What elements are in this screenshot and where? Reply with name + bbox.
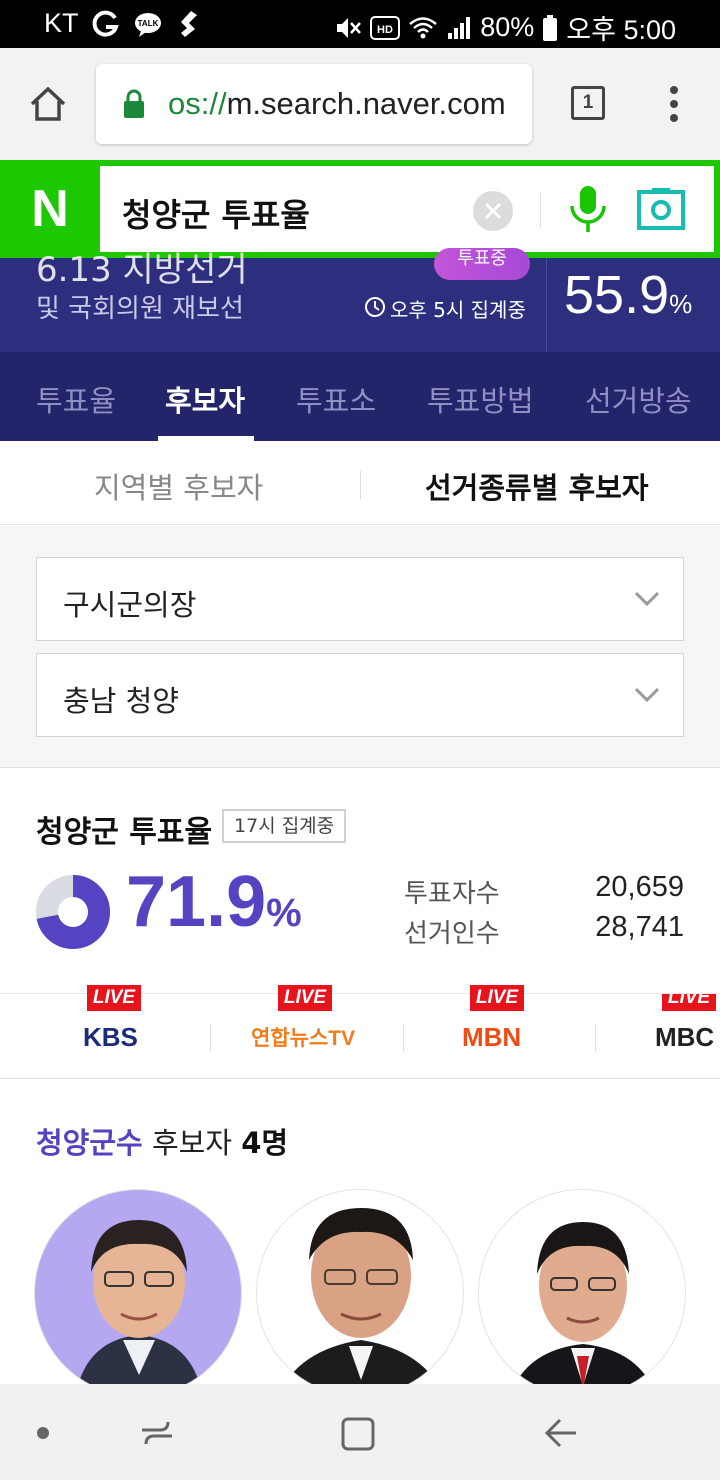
browser-toolbar: os://m.search.naver.com 1 xyxy=(0,48,720,160)
banner-divider xyxy=(546,258,547,352)
battery-icon xyxy=(543,14,558,41)
voting-badge-label: 투표중 xyxy=(457,248,507,269)
turnout-status-badge: 17시 집계중 xyxy=(222,809,347,843)
banner-subtitle: 및 국회의원 재보선 xyxy=(36,294,244,324)
candidates-label: 후보자 xyxy=(151,1126,232,1160)
lock-icon xyxy=(124,89,144,118)
runner-icon xyxy=(180,10,197,37)
tab-candidates[interactable]: 후보자 xyxy=(165,378,245,420)
svg-text:HD: HD xyxy=(377,24,393,36)
turnout-title: 청양군 투표율 xyxy=(36,815,213,850)
voters-value: 20,659 xyxy=(595,871,684,903)
voting-badge: 투표중 xyxy=(434,248,530,280)
hd-icon: HD xyxy=(370,15,401,40)
turnout-rate-unit: % xyxy=(266,891,302,935)
election-type-select[interactable]: 구시군의장 xyxy=(36,557,684,641)
candidates-heading: 청양군수 후보자 4명 xyxy=(36,1120,288,1162)
signal-icon xyxy=(448,16,471,39)
candidates-region: 청양군수 xyxy=(36,1126,143,1160)
electorate-value: 28,741 xyxy=(595,911,684,943)
candidate-photo[interactable] xyxy=(478,1189,686,1397)
camera-search-icon[interactable] xyxy=(636,186,686,232)
url-text: os://m.search.naver.com xyxy=(168,86,506,122)
national-turnout-value: 55.9 xyxy=(564,265,670,325)
candidate-photo[interactable] xyxy=(256,1189,464,1397)
banner-time-note: 오후 5시 집계중 xyxy=(390,298,526,322)
tab-broadcast[interactable]: 선거방송 xyxy=(585,378,692,420)
region-select[interactable]: 충남 청양 xyxy=(36,653,684,737)
live-yonhap[interactable]: LIVE 연합뉴스TV xyxy=(211,985,403,1080)
kbs-logo: KBS xyxy=(83,1022,138,1052)
url-prefix: os:// xyxy=(168,86,227,121)
svg-text:TALK: TALK xyxy=(137,19,158,28)
mute-icon xyxy=(337,17,362,38)
tab-how-to-vote[interactable]: 투표방법 xyxy=(427,378,534,420)
live-badge: LIVE xyxy=(662,994,716,1011)
clock: 오후 5:00 xyxy=(566,15,676,45)
live-badge: LIVE xyxy=(470,985,524,1011)
recent-apps-icon[interactable] xyxy=(138,1414,176,1452)
live-mbc[interactable]: LIVE MBC xyxy=(596,994,720,1080)
voters-label: 투표자수 xyxy=(404,879,500,909)
carrier-label: KT xyxy=(44,8,79,38)
search-divider xyxy=(540,192,541,228)
kakaotalk-icon: TALK xyxy=(134,12,161,37)
region-value: 충남 청양 xyxy=(63,684,179,718)
subtab-by-region[interactable]: 지역별 후보자 xyxy=(94,465,263,507)
wifi-icon xyxy=(409,16,438,38)
clear-icon[interactable] xyxy=(472,190,514,232)
search-query: 청양군 투표율 xyxy=(122,196,310,234)
g-app-icon xyxy=(92,10,119,37)
live-broadcast-row: LIVE KBS LIVE 연합뉴스TV LIVE MBN LIVE MBC xyxy=(0,985,720,1080)
tab-switcher-button[interactable]: 1 xyxy=(571,86,605,120)
dot-icon xyxy=(37,1427,49,1439)
filter-area: 구시군의장 충남 청양 xyxy=(0,526,720,768)
candidate-sub-tabs: 지역별 후보자 선거종류별 후보자 xyxy=(0,441,720,525)
status-bar: KT TALK HD 80% 오후 5:00 xyxy=(0,0,720,48)
subtab-by-election-type[interactable]: 선거종류별 후보자 xyxy=(425,465,649,507)
turnout-donut-chart xyxy=(36,875,110,949)
tab-turnout[interactable]: 투표율 xyxy=(36,378,116,420)
election-tabs: 투표율 후보자 투표소 투표방법 선거방송 xyxy=(0,352,720,441)
url-host: m.search.naver.com xyxy=(226,86,506,121)
microphone-icon[interactable] xyxy=(566,184,610,236)
home-button-icon[interactable] xyxy=(340,1414,376,1452)
turnout-rate: 71.9% xyxy=(126,861,302,943)
home-icon[interactable] xyxy=(28,84,68,124)
overflow-menu-icon[interactable] xyxy=(664,84,684,124)
candidate-portrait-icon xyxy=(277,1208,445,1396)
chevron-down-icon xyxy=(634,591,660,607)
live-badge: LIVE xyxy=(87,985,141,1011)
system-nav-bar xyxy=(0,1384,720,1480)
turnout-rate-value: 71.9 xyxy=(126,862,267,942)
candidates-section: 청양군수 후보자 4명 xyxy=(0,1080,720,1397)
election-banner[interactable]: 6.13 지방선거 및 국회의원 재보선 투표중 오후 5시 집계중 55.9% xyxy=(0,248,720,352)
chevron-down-icon xyxy=(634,687,660,703)
election-type-value: 구시군의장 xyxy=(63,588,197,622)
battery-percent: 80% xyxy=(480,12,535,42)
live-kbs[interactable]: LIVE KBS xyxy=(0,985,210,1080)
address-bar[interactable]: os://m.search.naver.com xyxy=(96,64,532,144)
live-mbn[interactable]: LIVE MBN xyxy=(404,985,596,1080)
national-turnout-unit: % xyxy=(669,289,693,319)
subtab-divider xyxy=(360,471,361,499)
yonhap-logo: 연합뉴스TV xyxy=(251,1027,356,1050)
mbc-logo: MBC xyxy=(655,1022,715,1052)
live-badge: LIVE xyxy=(278,985,332,1011)
candidate-portrait-icon xyxy=(75,1220,203,1396)
search-input[interactable]: 청양군 투표율 xyxy=(100,166,714,252)
clock-icon xyxy=(365,297,385,317)
candidate-photo[interactable] xyxy=(34,1189,242,1397)
banner-title: 6.13 지방선거 xyxy=(36,250,248,290)
national-turnout: 55.9% xyxy=(564,264,692,326)
electorate-label: 선거인수 xyxy=(404,919,500,949)
back-icon[interactable] xyxy=(542,1414,580,1452)
candidate-portrait-icon xyxy=(509,1222,657,1396)
candidates-count: 4명 xyxy=(241,1126,289,1160)
mbn-logo: MBN xyxy=(462,1022,522,1052)
tab-polling-place[interactable]: 투표소 xyxy=(296,378,376,420)
